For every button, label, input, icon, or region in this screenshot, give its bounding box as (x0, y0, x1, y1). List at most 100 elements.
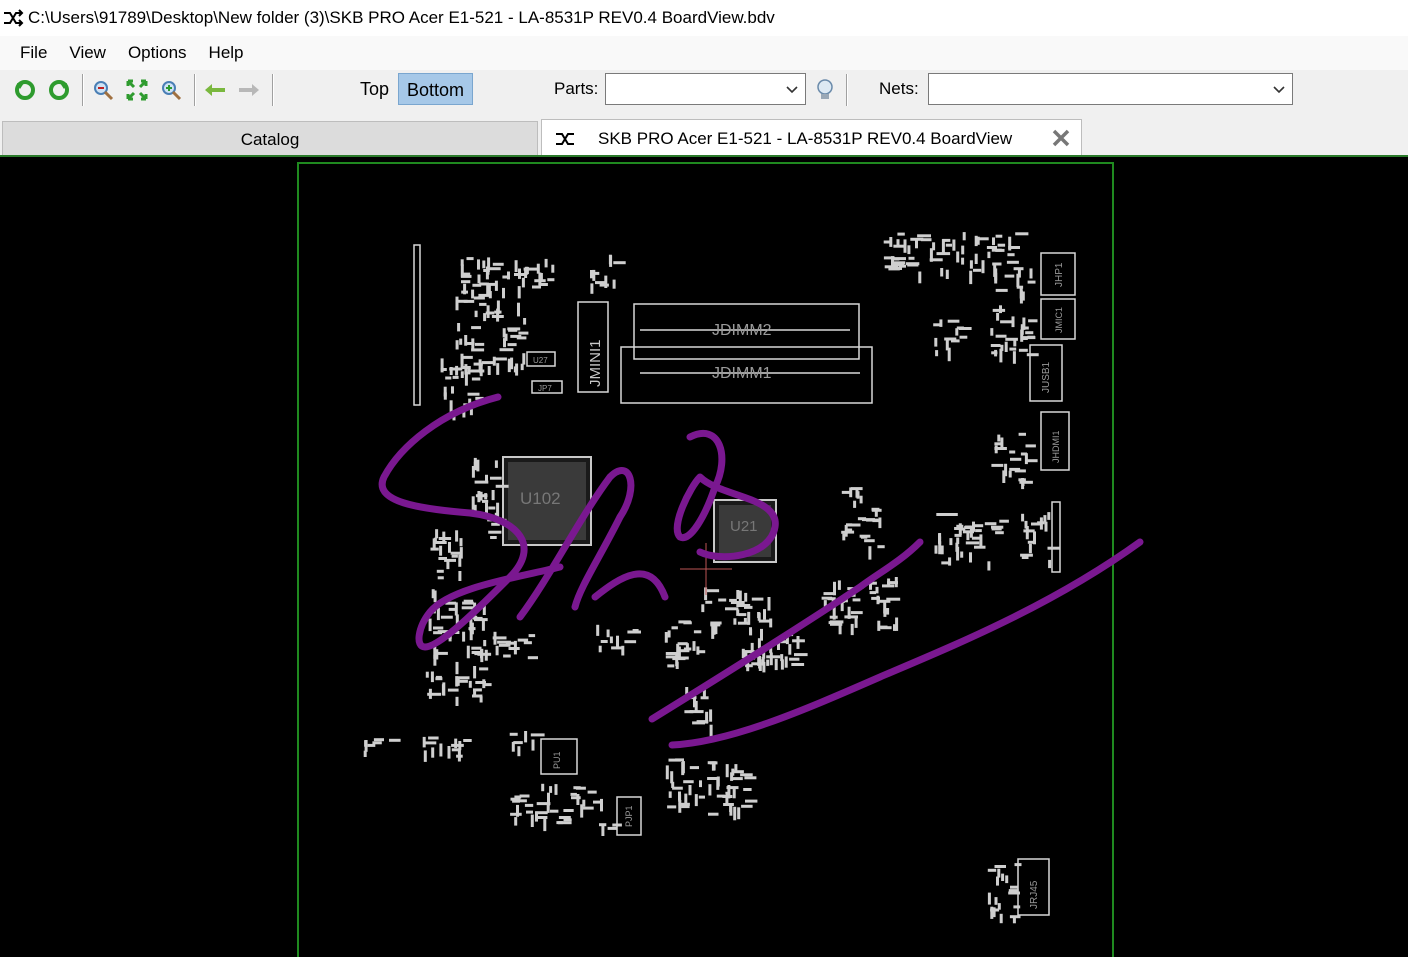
nets-combobox[interactable] (928, 73, 1293, 105)
parts-combobox[interactable] (605, 73, 806, 105)
smd-pad (990, 344, 1001, 347)
smd-pad (731, 770, 744, 774)
smd-pad (524, 731, 528, 743)
menu-options[interactable]: Options (120, 43, 201, 63)
smd-pad (581, 806, 594, 810)
top-side-button[interactable]: Top (352, 73, 397, 105)
smd-pad (478, 293, 490, 297)
smd-pad (1047, 546, 1060, 550)
smd-pad (981, 260, 985, 274)
menu-help[interactable]: Help (201, 43, 258, 63)
smd-pad (596, 624, 600, 636)
smd-pad (999, 348, 1003, 363)
fit-board-button[interactable] (124, 77, 150, 103)
smd-pad (852, 598, 861, 602)
smd-pad (531, 739, 535, 751)
smd-pad (730, 601, 745, 604)
smd-pad (598, 645, 602, 653)
smd-pad (699, 780, 702, 788)
board-canvas[interactable]: JDIMM2 JDIMM1 JMINI1 U102 U21 JHP1 JMIC1… (0, 155, 1408, 957)
smd-pad (1027, 335, 1035, 339)
smd-pad (481, 361, 496, 365)
smd-pad (962, 232, 966, 241)
smd-pad (538, 283, 548, 286)
smd-pad (507, 327, 521, 331)
smd-pad (461, 606, 474, 610)
smd-pad (1020, 337, 1028, 340)
bottom-side-button[interactable]: Bottom (398, 73, 474, 105)
smd-pad (1019, 480, 1033, 484)
smd-pad (940, 268, 944, 277)
smd-pad (455, 296, 459, 311)
smd-pad (430, 547, 439, 551)
smd-pad (1028, 543, 1032, 554)
board-view[interactable]: JDIMM2 JDIMM1 JMINI1 U102 U21 JHP1 JMIC1… (0, 157, 1408, 957)
forward-button[interactable] (236, 77, 262, 103)
tab-catalog[interactable]: Catalog (2, 121, 538, 156)
smd-pad (853, 500, 857, 508)
smd-pad (496, 300, 500, 314)
smd-pad (518, 331, 529, 335)
smd-pad (491, 315, 504, 318)
smd-pad (1008, 889, 1019, 893)
smd-pad (743, 617, 747, 625)
smd-pad (477, 652, 492, 656)
smd-pad (1029, 268, 1033, 279)
close-icon[interactable] (1051, 128, 1071, 148)
smd-pad (941, 239, 945, 253)
smd-pad (504, 333, 508, 341)
back-button[interactable] (202, 77, 228, 103)
smd-pad (934, 337, 938, 347)
smd-pad (733, 618, 737, 625)
smd-pad (451, 386, 454, 394)
zoom-out-button[interactable] (90, 77, 116, 103)
smd-pad (936, 513, 949, 516)
smd-pad (497, 640, 511, 644)
parts-label: Parts: (554, 79, 599, 98)
smd-pad (455, 661, 459, 675)
rotate-right-button[interactable] (46, 77, 72, 103)
label-jdimm2: JDIMM2 (712, 322, 772, 339)
smd-pad (482, 499, 489, 503)
smd-pad (582, 799, 586, 807)
smd-pad (467, 392, 480, 396)
smd-pad (458, 676, 470, 680)
label-jhdmi1: JHDMI1 (1051, 430, 1061, 463)
smd-pad (547, 278, 555, 282)
smd-pad (526, 810, 533, 814)
smd-pad (448, 542, 451, 553)
rotate-left-button[interactable] (12, 77, 38, 103)
smd-pad (883, 608, 887, 617)
smd-pad (469, 409, 473, 416)
smd-pad (431, 589, 435, 599)
menu-view[interactable]: View (61, 43, 120, 63)
smd-pad (994, 447, 1007, 450)
smd-pad (844, 530, 855, 534)
smd-pad (479, 302, 487, 306)
menu-file[interactable]: File (0, 43, 61, 63)
smd-pad (479, 363, 483, 377)
smd-pad (672, 657, 686, 661)
zoom-in-button[interactable] (158, 77, 184, 103)
arrow-left-icon (205, 84, 225, 96)
smd-pad (570, 792, 577, 796)
smd-pad (1004, 341, 1008, 352)
find-part-button[interactable] (812, 77, 838, 103)
smd-pad (908, 256, 915, 260)
smd-pad (473, 688, 482, 692)
smd-pad (492, 262, 504, 266)
smd-pad (883, 240, 891, 244)
smd-pad (604, 275, 608, 288)
smd-pad (457, 323, 461, 332)
smd-pad (767, 597, 771, 611)
smd-pad (733, 806, 737, 821)
tab-boardview[interactable]: SKB PRO Acer E1-521 - LA-8531P REV0.4 Bo… (541, 119, 1082, 156)
smd-pad (1028, 319, 1038, 323)
smd-pad (445, 376, 452, 380)
smd-pad (438, 537, 452, 540)
smd-pad (1012, 916, 1016, 924)
smd-pad (887, 581, 898, 585)
smd-pad (428, 688, 432, 699)
smd-pad (484, 649, 488, 661)
smd-pad (961, 245, 965, 255)
